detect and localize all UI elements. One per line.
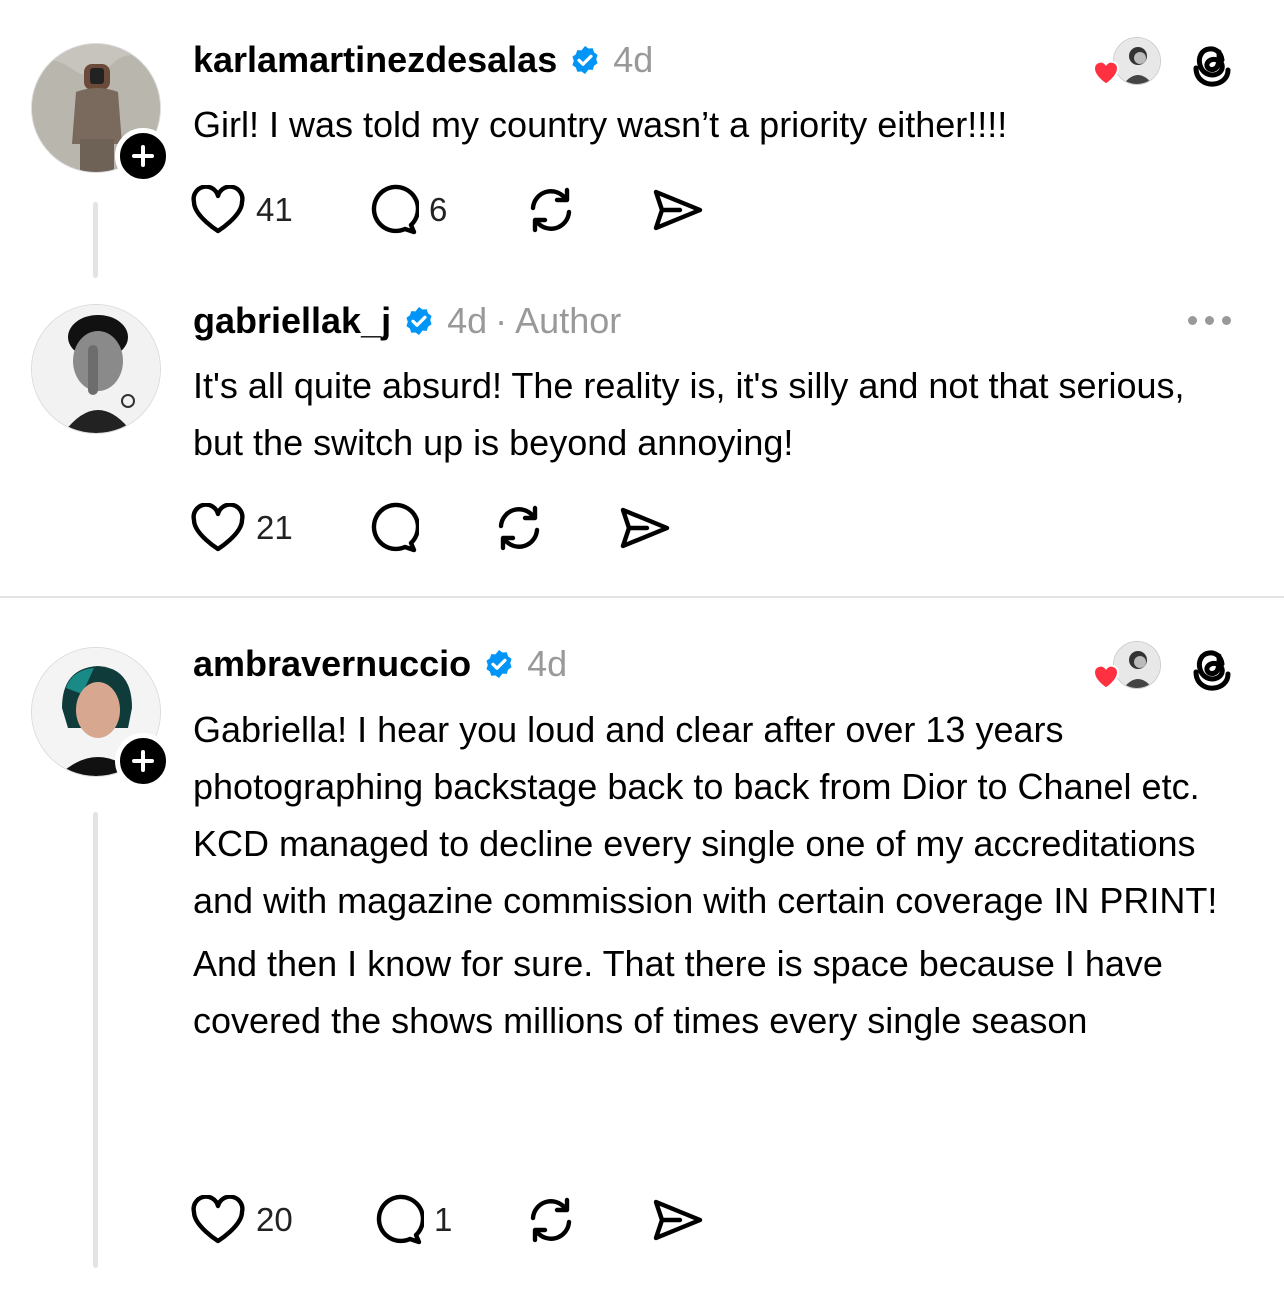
plus-icon	[132, 750, 154, 772]
post-actions: 20 1	[190, 1190, 730, 1250]
heart-icon	[191, 185, 245, 234]
post-header: gabriellak_j 4d · Author	[193, 299, 621, 343]
reply-count: 1	[434, 1201, 453, 1238]
post-text: It's all quite absurd! The reality is, i…	[193, 357, 1233, 471]
like-button[interactable]: 20	[190, 1190, 293, 1250]
post-paragraph: Girl! I was told my country wasn’t a pri…	[193, 104, 1008, 145]
post-paragraph: Gabriella! I hear you loud and clear aft…	[193, 709, 1218, 921]
like-count: 41	[256, 191, 293, 228]
avatar-gabriellak_j[interactable]	[31, 304, 161, 434]
author-label: Author	[515, 300, 622, 341]
thread-divider	[0, 596, 1284, 598]
send-icon	[653, 189, 703, 231]
threads-logo-icon[interactable]	[1188, 38, 1234, 93]
comment-bubble-icon	[376, 1194, 424, 1245]
send-icon	[620, 507, 670, 549]
comment-bubble-icon	[371, 184, 419, 235]
username[interactable]: ambravernuccio	[193, 643, 471, 685]
thread-connector-line	[93, 202, 98, 278]
liked-heart-icon	[1090, 660, 1122, 695]
reply-count: 6	[429, 191, 448, 228]
repost-icon	[530, 1197, 572, 1243]
post-actions: 21	[190, 498, 690, 558]
like-button[interactable]: 21	[190, 498, 293, 558]
verified-badge-icon	[483, 648, 515, 680]
reply-button[interactable]: 1	[372, 1190, 452, 1250]
more-dots-icon[interactable]	[1188, 316, 1231, 325]
like-count: 21	[256, 509, 293, 546]
post-header: karlamartinezdesalas 4d	[193, 38, 653, 82]
threads-replies-view: karlamartinezdesalas 4d Girl! I was told…	[0, 0, 1284, 1293]
share-button[interactable]	[650, 180, 704, 240]
post-paragraph: And then I know for sure. That there is …	[193, 943, 1163, 1041]
share-button[interactable]	[650, 1190, 704, 1250]
verified-badge-icon	[569, 44, 601, 76]
reply-button[interactable]	[367, 498, 419, 558]
post-header: ambravernuccio 4d	[193, 642, 567, 686]
post-paragraph: It's all quite absurd! The reality is, i…	[193, 365, 1185, 463]
heart-icon	[191, 503, 245, 552]
share-button[interactable]	[617, 498, 671, 558]
separator-dot: ·	[495, 300, 508, 341]
send-icon	[653, 1199, 703, 1241]
heart-icon	[191, 1195, 245, 1244]
username[interactable]: gabriellak_j	[193, 300, 391, 342]
username[interactable]: karlamartinezdesalas	[193, 39, 557, 81]
repost-icon	[530, 187, 572, 233]
follow-button[interactable]	[115, 128, 171, 184]
reply-button[interactable]: 6	[367, 180, 447, 240]
liked-heart-icon	[1090, 56, 1122, 91]
threads-logo-icon[interactable]	[1188, 642, 1234, 697]
follow-button[interactable]	[115, 733, 171, 789]
verified-badge-icon	[403, 305, 435, 337]
post-time: 4d	[527, 643, 568, 684]
repost-button[interactable]	[525, 1190, 577, 1250]
like-count: 20	[256, 1201, 293, 1238]
repost-icon	[498, 505, 540, 551]
thread-connector-line	[93, 812, 98, 1268]
repost-button[interactable]	[525, 180, 577, 240]
post-text: Girl! I was told my country wasn’t a pri…	[193, 96, 1233, 153]
post-actions: 41 6	[190, 180, 730, 240]
post-text: Gabriella! I hear you loud and clear aft…	[193, 701, 1233, 1049]
post-time: 4d	[447, 300, 488, 341]
comment-bubble-icon	[371, 502, 419, 553]
plus-icon	[132, 145, 154, 167]
like-button[interactable]: 41	[190, 180, 293, 240]
repost-button[interactable]	[493, 498, 545, 558]
post-time: 4d	[613, 39, 654, 80]
